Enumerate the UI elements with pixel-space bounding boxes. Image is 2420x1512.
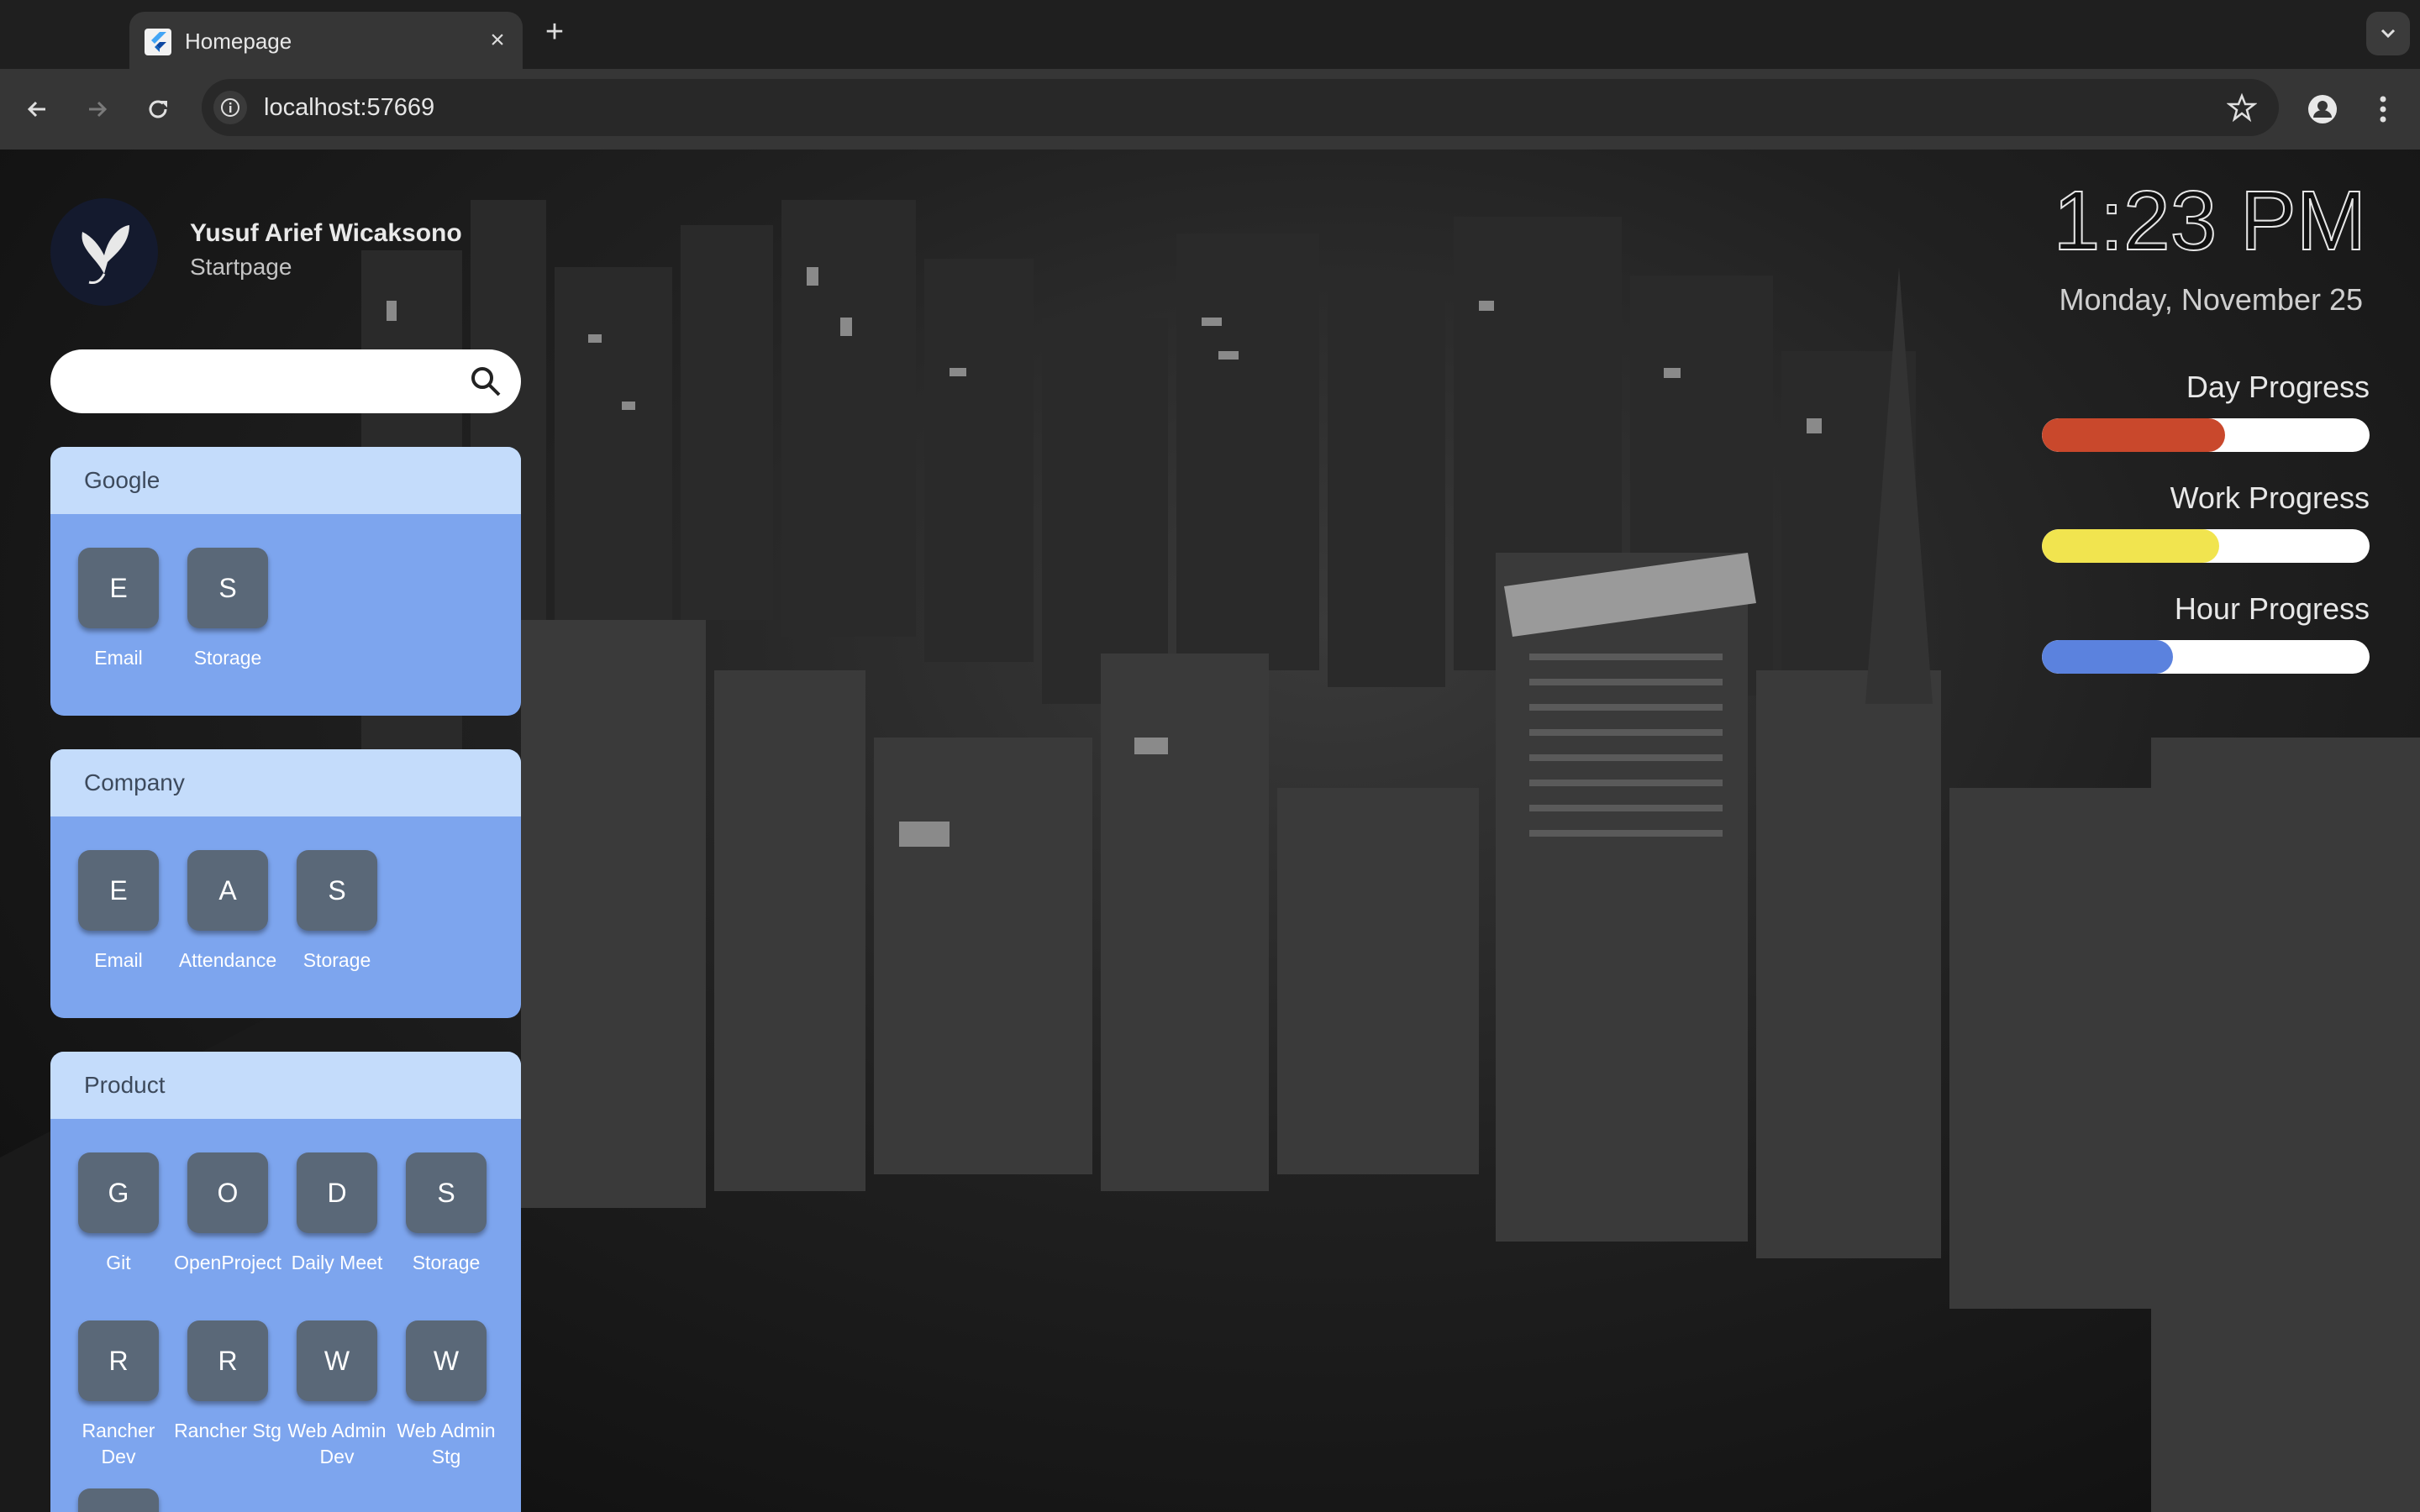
info-icon bbox=[221, 98, 239, 117]
bookmark-letter[interactable]: S bbox=[406, 1152, 487, 1233]
tab-title: Homepage bbox=[185, 29, 292, 54]
bookmark-label: Email bbox=[94, 949, 143, 971]
bookmark-email[interactable]: E Email bbox=[64, 850, 173, 974]
bookmark-letter[interactable]: E bbox=[78, 548, 159, 628]
bookmark-group-product: Product G Git O OpenProject D Daily Meet… bbox=[50, 1052, 521, 1512]
bookmark-rancher-stg[interactable]: R Rancher Stg bbox=[173, 1320, 282, 1444]
bookmark-storage[interactable]: S Storage bbox=[173, 548, 282, 671]
url-text: localhost:57669 bbox=[264, 94, 435, 121]
day-progress-label: Day Progress bbox=[2186, 370, 2370, 404]
work-progress-label: Work Progress bbox=[2170, 480, 2370, 515]
page-subtitle: Startpage bbox=[190, 254, 292, 280]
bookmark-label: Daily Meet bbox=[291, 1252, 383, 1273]
tab-search-button[interactable] bbox=[2366, 12, 2410, 55]
bookmark-letter[interactable]: D bbox=[297, 1152, 377, 1233]
bookmark-daily-meet[interactable]: D Daily Meet bbox=[282, 1152, 392, 1276]
flutter-favicon-icon bbox=[145, 29, 171, 55]
bookmark-label: Rancher Stg bbox=[174, 1420, 281, 1441]
bookmark-storage[interactable]: S Storage bbox=[392, 1152, 501, 1276]
bookmark-email[interactable]: E Email bbox=[64, 548, 173, 671]
profile-icon[interactable] bbox=[2302, 89, 2343, 129]
bookmark-label: Email bbox=[94, 647, 143, 669]
bookmark-git[interactable]: G Git bbox=[64, 1152, 173, 1276]
bookmark-openproject[interactable]: O OpenProject bbox=[173, 1152, 282, 1276]
tab-homepage[interactable]: Homepage × bbox=[129, 12, 523, 69]
group-title: Company bbox=[84, 769, 185, 795]
work-progress-bar bbox=[2042, 529, 2370, 563]
new-tab-button[interactable]: + bbox=[538, 15, 571, 49]
user-name: Yusuf Arief Wicaksono bbox=[190, 219, 462, 247]
chevron-down-icon bbox=[2381, 29, 2396, 39]
bookmark-web-admin-stg[interactable]: W Web Admin Stg bbox=[392, 1320, 501, 1470]
clock-date: Monday, November 25 bbox=[2059, 282, 2363, 317]
startpage: Yusuf Arief Wicaksono Startpage Google E… bbox=[0, 150, 2420, 1512]
butterfly-logo-icon bbox=[82, 225, 129, 284]
search-input[interactable] bbox=[76, 363, 474, 402]
bookmark-letter[interactable]: A bbox=[187, 850, 268, 931]
work-progress-fill bbox=[2042, 529, 2219, 563]
arrow-right-icon bbox=[89, 101, 108, 118]
bookmark-letter[interactable]: W bbox=[406, 1320, 487, 1401]
browser-toolbar: localhost:57669 bbox=[0, 69, 2420, 150]
bookmark-label: Web Admin Stg bbox=[397, 1420, 496, 1467]
avatar bbox=[50, 198, 158, 306]
site-info-button[interactable] bbox=[213, 91, 247, 124]
bookmark-label: Storage bbox=[193, 647, 262, 669]
clock-time: 1:23 PM bbox=[2053, 174, 2367, 268]
bookmark-label: Attendance bbox=[178, 949, 277, 971]
bookmark-web-admin-dev[interactable]: W Web Admin Dev bbox=[282, 1320, 392, 1470]
group-title: Product bbox=[84, 1072, 166, 1098]
bookmark-letter[interactable]: G bbox=[78, 1152, 159, 1233]
tab-strip: Homepage × + bbox=[0, 0, 2420, 69]
bookmark-star-icon[interactable] bbox=[2227, 92, 2257, 123]
forward-button[interactable] bbox=[77, 89, 118, 129]
bookmark-label: OpenProject bbox=[174, 1252, 281, 1273]
day-progress-fill bbox=[2042, 418, 2226, 452]
bookmark-letter[interactable]: R bbox=[78, 1320, 159, 1401]
reload-button[interactable] bbox=[138, 89, 178, 129]
reload-icon bbox=[149, 100, 167, 118]
arrow-left-icon bbox=[27, 101, 45, 118]
more-menu-icon[interactable] bbox=[2366, 89, 2400, 129]
bookmark-letter[interactable]: E bbox=[78, 850, 159, 931]
bookmark-attendance[interactable]: A Attendance bbox=[173, 850, 282, 974]
bookmark-partial[interactable] bbox=[64, 1488, 173, 1512]
search-bar bbox=[50, 349, 521, 413]
bookmark-label: Web Admin Dev bbox=[287, 1420, 387, 1467]
group-header: Company bbox=[50, 749, 521, 816]
bookmark-label: Storage bbox=[302, 949, 371, 971]
bookmark-label: Storage bbox=[412, 1252, 481, 1273]
address-bar[interactable]: localhost:57669 bbox=[202, 79, 2279, 136]
hour-progress-label: Hour Progress bbox=[2174, 591, 2370, 626]
bookmark-letter[interactable] bbox=[78, 1488, 159, 1512]
back-button[interactable] bbox=[17, 89, 57, 129]
bookmark-rancher-dev[interactable]: R Rancher Dev bbox=[64, 1320, 173, 1470]
bookmark-letter[interactable]: R bbox=[187, 1320, 268, 1401]
group-header: Google bbox=[50, 447, 521, 514]
bookmark-group-google: Google E Email S Storage bbox=[50, 447, 521, 716]
bookmark-label: Rancher Dev bbox=[82, 1420, 155, 1467]
day-progress-bar bbox=[2042, 418, 2370, 452]
bookmark-letter[interactable]: O bbox=[187, 1152, 268, 1233]
bookmark-storage[interactable]: S Storage bbox=[282, 850, 392, 974]
search-icon[interactable] bbox=[469, 365, 502, 398]
group-title: Google bbox=[84, 467, 160, 493]
hour-progress-fill bbox=[2042, 640, 2173, 674]
group-header: Product bbox=[50, 1052, 521, 1119]
bookmark-letter[interactable]: W bbox=[297, 1320, 377, 1401]
bookmark-group-company: Company E Email A Attendance S Storage bbox=[50, 749, 521, 1018]
close-tab-icon[interactable]: × bbox=[484, 27, 511, 54]
bookmark-letter[interactable]: S bbox=[297, 850, 377, 931]
bookmark-label: Git bbox=[106, 1252, 131, 1273]
bookmark-letter[interactable]: S bbox=[187, 548, 268, 628]
hour-progress-bar bbox=[2042, 640, 2370, 674]
